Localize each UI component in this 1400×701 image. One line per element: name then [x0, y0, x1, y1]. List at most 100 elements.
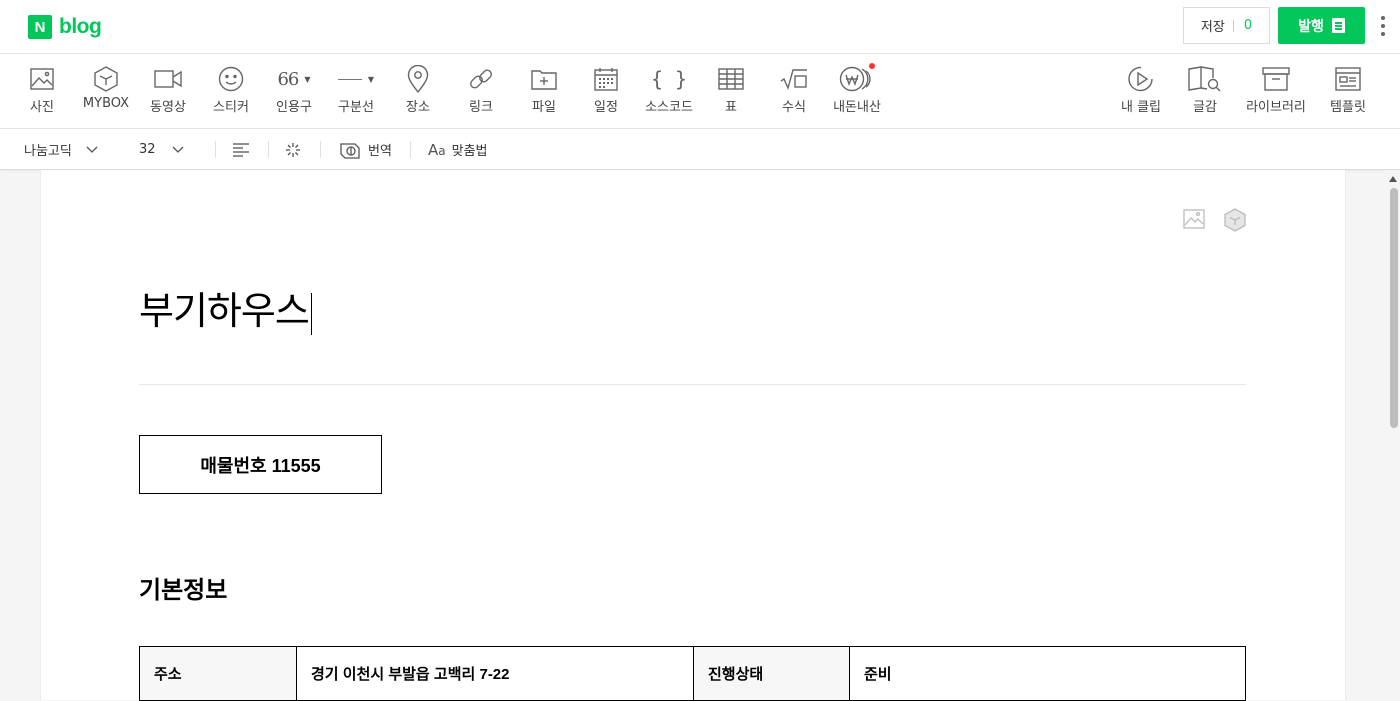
toolbar-material[interactable]: 글감 — [1173, 64, 1237, 115]
toolbar-template[interactable]: 템플릿 — [1316, 64, 1380, 115]
cover-photo-button[interactable] — [1183, 208, 1205, 234]
document-icon — [1331, 18, 1345, 33]
location-pin-icon — [407, 65, 429, 93]
chevron-down-icon — [86, 146, 98, 153]
toolbar-my-clip[interactable]: 내 클립 — [1109, 64, 1173, 115]
toolbar-photo[interactable]: 사진 — [10, 64, 74, 115]
toolbar-label: 내 클립 — [1120, 100, 1161, 115]
toolbar-label: 라이브러리 — [1246, 100, 1306, 115]
save-button[interactable]: 저장 0 — [1183, 7, 1270, 44]
toolbar-label: 소스코드 — [645, 100, 693, 115]
font-family-select[interactable]: 나눔고딕 — [24, 129, 98, 170]
info-table[interactable]: 주소 경기 이천시 부발읍 고백리 7-22 진행상태 준비 — [139, 646, 1246, 701]
toolbar-label: 스티커 — [213, 100, 249, 115]
toolbar-video[interactable]: 동영상 — [136, 64, 200, 115]
font-size-select[interactable]: 32 — [139, 129, 184, 170]
calendar-icon — [594, 68, 618, 91]
chevron-down-icon: ▼ — [304, 74, 311, 84]
file-icon — [531, 70, 557, 90]
publish-button[interactable]: 발행 — [1278, 7, 1365, 44]
won-coin-icon — [839, 66, 871, 92]
template-icon — [1335, 67, 1361, 91]
effect-button[interactable] — [285, 129, 301, 170]
table-cell[interactable]: 주소 — [139, 646, 297, 701]
toolbar-file[interactable]: 파일 — [512, 64, 576, 115]
photo-icon — [30, 68, 54, 90]
text-cursor — [310, 292, 312, 335]
clip-play-icon — [1128, 66, 1153, 92]
quote-icon: 66 — [277, 68, 299, 90]
format-separator — [410, 141, 411, 158]
align-button[interactable] — [232, 129, 250, 170]
archive-box-icon — [1262, 67, 1290, 91]
toolbar-library[interactable]: 라이브러리 — [1236, 64, 1316, 115]
toolbar-quote[interactable]: 66 ▼ 인용구 — [262, 64, 326, 116]
translate-label: 번역 — [368, 144, 392, 159]
toolbar-mybox[interactable]: MYBOX — [74, 64, 138, 111]
notification-dot — [869, 63, 875, 69]
toolbar-formula[interactable]: 수식 — [762, 64, 826, 115]
toolbar-label: 동영상 — [150, 100, 186, 115]
scrollbar-thumb[interactable] — [1390, 188, 1398, 428]
toolbar-table[interactable]: 표 — [699, 64, 763, 115]
scroll-up-arrow-icon[interactable] — [1389, 176, 1397, 182]
toolbar-naedon[interactable]: 내돈내산 — [825, 63, 889, 115]
toolbar-label: 사진 — [30, 100, 54, 115]
more-options-icon[interactable] — [1380, 16, 1386, 36]
table-cell[interactable]: 준비 — [849, 646, 1246, 701]
toolbar-label: 파일 — [532, 100, 556, 115]
table-cell[interactable]: 진행상태 — [693, 646, 850, 701]
section-heading[interactable]: 기본정보 — [139, 570, 227, 605]
insert-toolbar: 사진 MYBOX 동영상 스티커 66 ▼ 인용구 ▼ 구분선 장소 링크 파일 … — [0, 54, 1400, 129]
video-icon — [154, 70, 182, 88]
toolbar-calendar[interactable]: 일정 — [574, 64, 638, 115]
font-size-value: 32 — [139, 142, 156, 157]
sparkle-icon — [286, 142, 300, 157]
toolbar-label: 일정 — [594, 100, 618, 115]
toolbar-label: 템플릿 — [1330, 100, 1366, 115]
toolbar-label: 구분선 — [338, 100, 374, 115]
spellcheck-icon: Aa — [428, 140, 446, 159]
format-bar: 나눔고딕 32 번역 Aa 맞춤법 — [0, 129, 1400, 170]
item-number-box[interactable]: 매물번호 11555 — [139, 435, 382, 494]
toolbar-divider[interactable]: ▼ 구분선 — [324, 64, 388, 115]
link-icon — [470, 69, 492, 89]
chevron-down-icon: ▼ — [367, 74, 375, 84]
table-icon — [718, 68, 744, 90]
book-search-icon — [1188, 66, 1221, 92]
table-row: 주소 경기 이천시 부발읍 고백리 7-22 진행상태 준비 — [139, 646, 1246, 701]
toolbar-label: 링크 — [469, 100, 493, 115]
toolbar-source-code[interactable]: { } 소스코드 — [637, 64, 701, 115]
toolbar-label: 내돈내산 — [833, 100, 881, 115]
translate-button[interactable]: 번역 — [339, 129, 392, 170]
naver-blog-logo[interactable]: N blog — [28, 15, 102, 39]
formula-icon — [780, 69, 807, 90]
spellcheck-button[interactable]: Aa 맞춤법 — [428, 129, 488, 170]
photo-icon — [1183, 209, 1205, 229]
format-separator — [215, 141, 216, 158]
toolbar-label: 장소 — [406, 100, 430, 115]
spellcheck-label: 맞춤법 — [451, 144, 488, 159]
toolbar-location[interactable]: 장소 — [386, 64, 450, 115]
save-label: 저장 — [1200, 20, 1225, 35]
toolbar-label: 글감 — [1193, 100, 1217, 115]
post-title[interactable]: 부기하우스 — [139, 280, 312, 335]
translate-icon — [340, 142, 360, 159]
toolbar-label: MYBOX — [82, 96, 130, 111]
naver-n-logo: N — [28, 15, 52, 39]
divider-icon — [337, 78, 362, 80]
item-number-text: 매물번호 11555 — [200, 455, 321, 476]
toolbar-sticker[interactable]: 스티커 — [199, 64, 263, 115]
top-bar: N blog 저장 0 발행 — [0, 0, 1400, 54]
toolbar-link[interactable]: 링크 — [449, 64, 513, 115]
publish-label: 발행 — [1298, 18, 1324, 35]
table-cell[interactable]: 경기 이천시 부발읍 고백리 7-22 — [296, 646, 694, 701]
toolbar-label: 표 — [725, 100, 737, 115]
cover-mybox-button[interactable] — [1224, 208, 1246, 236]
save-count[interactable]: 0 — [1244, 18, 1252, 33]
sticker-icon — [218, 66, 244, 92]
mybox-icon — [1224, 208, 1246, 232]
code-braces-icon: { } — [650, 67, 688, 91]
toolbar-label: 수식 — [782, 100, 806, 115]
title-divider — [139, 384, 1246, 385]
